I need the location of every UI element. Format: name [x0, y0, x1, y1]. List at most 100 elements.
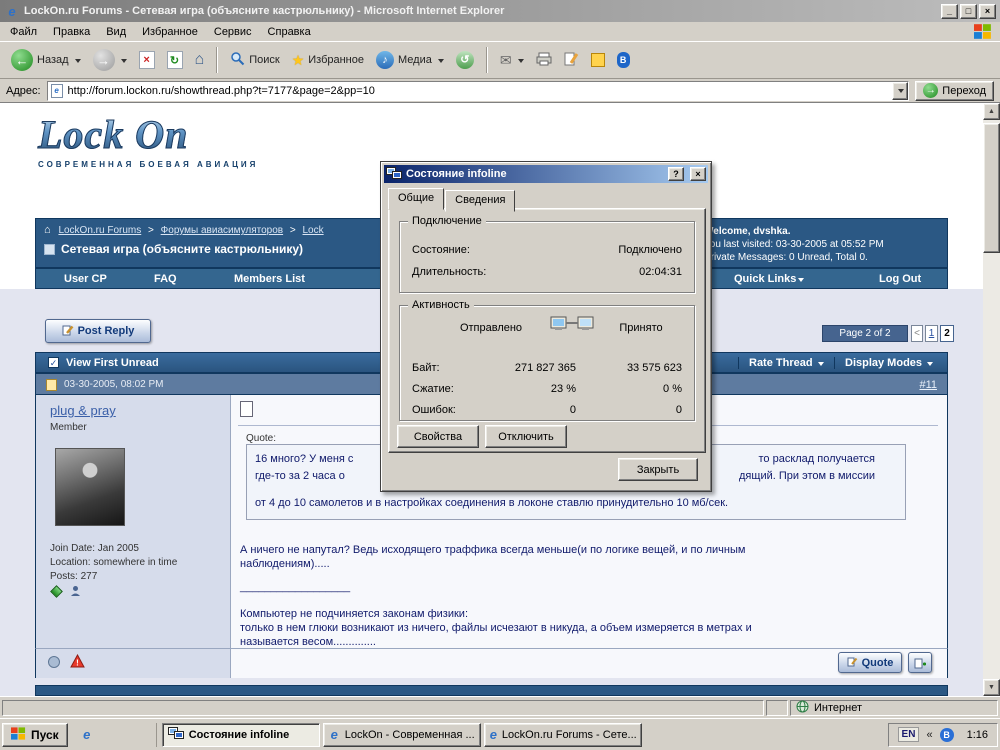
scroll-down-button[interactable]: ▼ [983, 679, 1000, 696]
dialog-help-button[interactable]: ? [668, 167, 684, 181]
close-button[interactable]: × [979, 3, 996, 19]
messenger-icon [590, 53, 605, 67]
infoline-status-dialog: Состояние infoline ? × Общие Сведения По… [380, 161, 712, 492]
url-page-icon: e [50, 83, 63, 98]
toolbar-separator [485, 47, 488, 73]
nav-user-cp[interactable]: User CP [64, 273, 107, 285]
welcome-panel: Welcome, dvshka. You last visited: 03-30… [704, 225, 884, 264]
print-icon [536, 52, 552, 69]
duration-value: 02:04:31 [639, 266, 682, 278]
username-link[interactable]: plug & pray [50, 403, 116, 418]
mail-button[interactable]: ✉ [495, 50, 529, 70]
back-button[interactable]: ← Назад [6, 46, 86, 74]
user-profile-icon[interactable] [70, 585, 81, 600]
menu-favorites[interactable]: Избранное [134, 23, 206, 41]
home-button[interactable]: ⌂ [190, 49, 210, 71]
media-dropdown-caret[interactable] [437, 58, 444, 66]
post-reply-button[interactable]: Post Reply [45, 319, 151, 343]
status-message-panel [2, 699, 764, 716]
minimize-button[interactable]: _ [941, 3, 958, 19]
bluetooth-button[interactable]: B [612, 49, 635, 71]
thread-title: Сетевая игра (объясните кастрюльнику) [61, 242, 303, 256]
report-post-icon[interactable]: ! [70, 653, 85, 671]
status-bar: Интернет [0, 696, 1000, 718]
page-prev-button[interactable]: < [911, 325, 923, 342]
connection-group-label: Подключение [408, 215, 486, 227]
forward-dropdown-caret[interactable] [120, 58, 127, 66]
first-unread-icon: ✓ [48, 357, 59, 368]
search-button[interactable]: Поиск [225, 48, 284, 72]
edit-icon [564, 51, 579, 69]
close-dialog-button[interactable]: Закрыть [618, 458, 698, 481]
rate-thread-button[interactable]: Rate Thread [738, 357, 824, 369]
menu-help[interactable]: Справка [260, 23, 319, 41]
menu-tools[interactable]: Сервис [206, 23, 260, 41]
view-first-unread-link[interactable]: View First Unread [66, 357, 159, 369]
media-button[interactable]: ♪ Медиа [371, 48, 449, 72]
nav-faq[interactable]: FAQ [154, 273, 177, 285]
activity-group-label: Активность [408, 299, 474, 311]
start-label: Пуск [31, 727, 59, 742]
edit-button[interactable] [559, 48, 584, 72]
post-number-link[interactable]: #11 [919, 379, 937, 391]
address-field[interactable]: e [46, 80, 910, 101]
menu-view[interactable]: Вид [98, 23, 134, 41]
nav-quick-links[interactable]: Quick Links [734, 273, 805, 285]
multi-quote-icon [914, 658, 926, 668]
next-section-bar [35, 685, 948, 696]
go-button[interactable]: → Переход [915, 80, 994, 101]
connection-group: Подключение Состояние: Подключено Длител… [399, 215, 695, 293]
star-icon: ★ [291, 52, 305, 68]
history-button[interactable]: ↺ [451, 48, 479, 72]
tab-general[interactable]: Общие [388, 188, 445, 210]
task-ie-icon: e [330, 727, 338, 742]
breadcrumb-link-forums[interactable]: LockOn.ru Forums [58, 225, 141, 236]
menu-file[interactable]: Файл [2, 23, 45, 41]
quote-button[interactable]: Quote [838, 652, 902, 673]
breadcrumb-link-category[interactable]: Форумы авиасимуляторов [161, 225, 283, 236]
back-dropdown-caret[interactable] [74, 58, 81, 66]
language-indicator[interactable]: EN [897, 727, 920, 742]
mail-dropdown-caret[interactable] [517, 58, 524, 66]
signature-line: Компьютер не подчиняется законам физики: [240, 608, 468, 620]
maximize-button[interactable]: □ [960, 3, 977, 19]
messenger-button[interactable] [586, 50, 610, 70]
print-button[interactable] [531, 49, 557, 72]
bluetooth-tray-icon[interactable]: B [939, 727, 954, 742]
multi-quote-button[interactable] [908, 652, 932, 673]
refresh-button[interactable]: ↻ [162, 48, 188, 72]
scroll-up-button[interactable]: ▲ [983, 103, 1000, 120]
vertical-scrollbar[interactable]: ▲ ▼ [983, 103, 1000, 696]
url-input[interactable] [65, 82, 893, 99]
task-infoline-status[interactable]: Состояние infoline [161, 722, 320, 747]
breadcrumb-link-forum[interactable]: Lock [303, 225, 324, 236]
forward-button[interactable]: → [88, 46, 132, 74]
task-lockon-site[interactable]: e LockOn - Современная ... [322, 722, 481, 747]
tray-chevron-icon[interactable]: « [926, 729, 932, 741]
start-button[interactable]: Пуск [2, 722, 68, 747]
system-tray: EN « B 1:16 [887, 722, 998, 747]
page-2-current[interactable]: 2 [940, 325, 954, 342]
scrollbar-thumb[interactable] [983, 123, 1000, 253]
dialog-titlebar[interactable]: Состояние infoline ? × [384, 165, 708, 183]
signature-separator: __________________ [240, 581, 351, 593]
compression-label: Сжатие: [412, 383, 454, 395]
nav-members-list[interactable]: Members List [234, 273, 305, 285]
stop-button[interactable]: × [134, 48, 160, 72]
disconnect-button[interactable]: Отключить [485, 425, 567, 448]
favorites-button[interactable]: ★ Избранное [287, 50, 369, 70]
tab-details[interactable]: Сведения [445, 190, 516, 212]
task-ie-icon: e [489, 727, 497, 742]
post-body-line: А ничего не напутал? Ведь исходящего тра… [240, 544, 746, 556]
address-dropdown-button[interactable] [892, 81, 909, 100]
menu-edit[interactable]: Правка [45, 23, 98, 41]
nav-log-out[interactable]: Log Out [879, 273, 921, 285]
display-modes-button[interactable]: Display Modes [834, 357, 934, 369]
post-date-icon [46, 379, 57, 391]
ie-quick-launch-icon[interactable]: e [79, 727, 95, 743]
properties-button[interactable]: Свойства [397, 425, 479, 448]
ie-icon: e [8, 3, 16, 19]
page-1-link[interactable]: 1 [925, 325, 938, 342]
task-lockon-forums[interactable]: e LockOn.ru Forums - Сете... [483, 722, 642, 747]
dialog-close-button[interactable]: × [690, 167, 706, 181]
